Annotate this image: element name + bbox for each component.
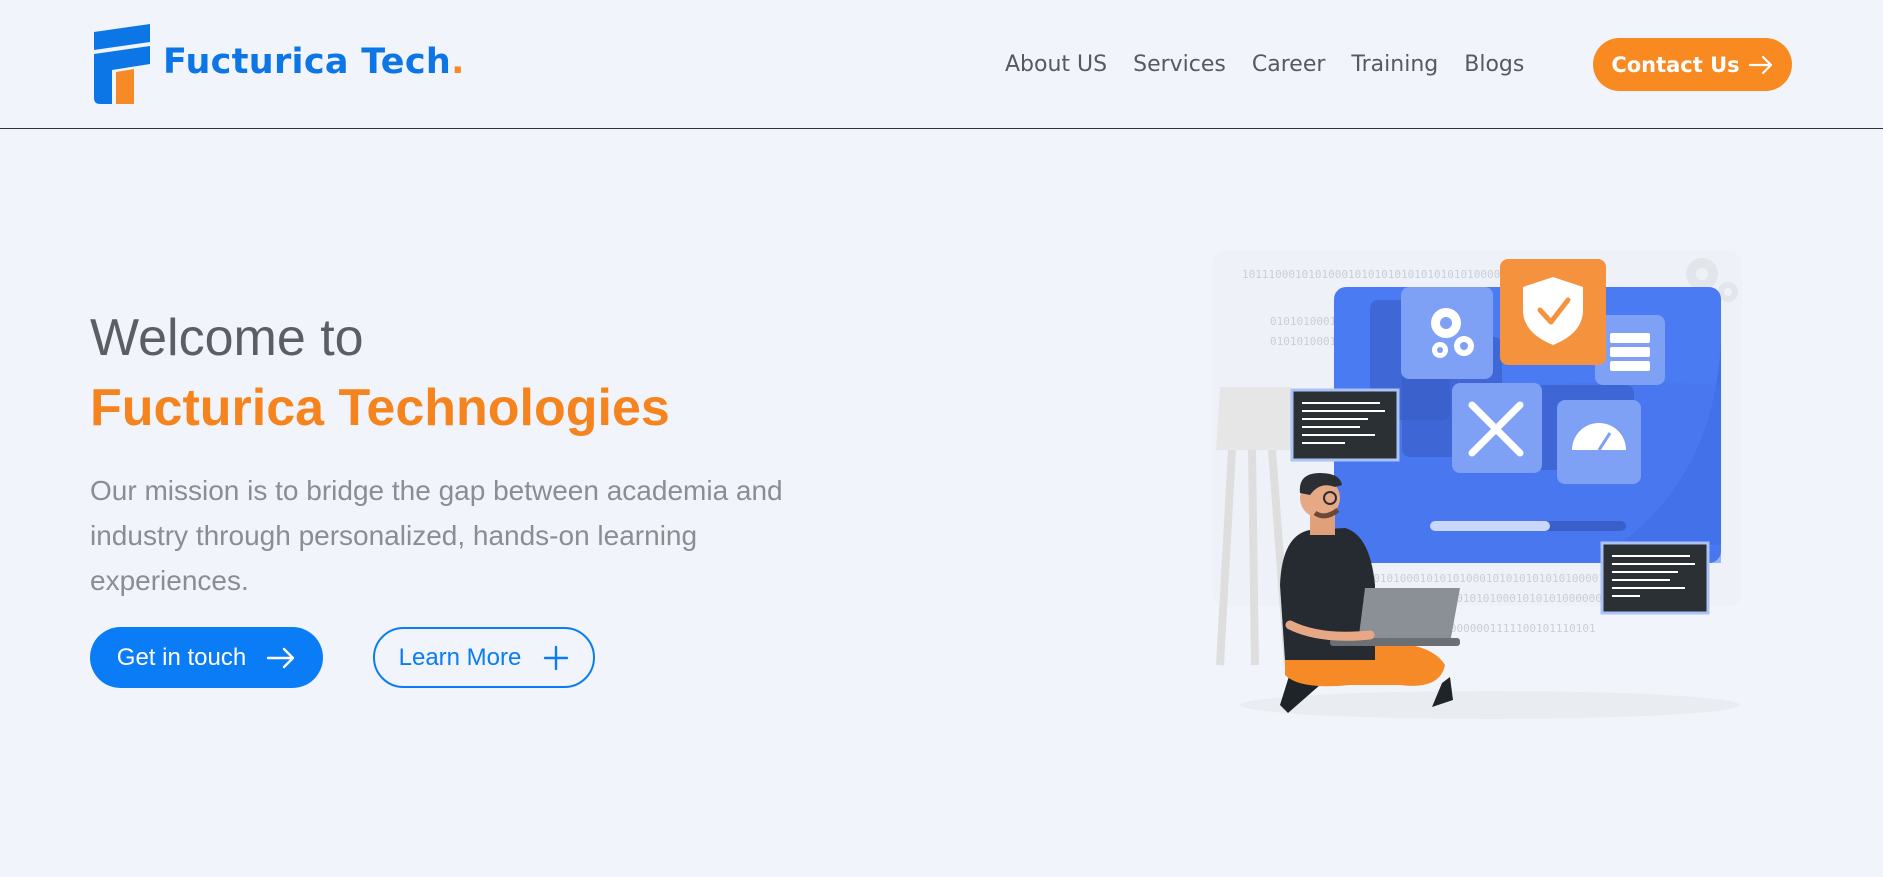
main-nav: About US Services Career Training Blogs xyxy=(1005,38,1550,91)
fucturica-logo-icon[interactable] xyxy=(90,24,155,104)
nav-blogs[interactable]: Blogs xyxy=(1464,52,1524,77)
lamp-shade xyxy=(1216,387,1294,450)
contact-us-label: Contact Us xyxy=(1611,52,1740,77)
site-header: Fucturica Tech. About US Services Career… xyxy=(0,0,1883,129)
hero-heading-line2: Fucturica Technologies xyxy=(90,379,670,437)
nav-training[interactable]: Training xyxy=(1351,52,1438,77)
lamp-leg xyxy=(1248,449,1259,666)
progress-fill xyxy=(1430,521,1550,531)
learn-more-label: Learn More xyxy=(398,643,522,671)
arrow-right-icon xyxy=(1748,55,1772,74)
binary-line-6: 1000000001111100101110101 xyxy=(1430,622,1596,635)
nav-about-us[interactable]: About US xyxy=(1005,52,1107,77)
server-icon xyxy=(1610,333,1650,371)
binary-line-3: 01010100010 xyxy=(1270,335,1343,348)
mission-text: Our mission is to bridge the gap between… xyxy=(90,475,783,596)
brand-dot: . xyxy=(451,42,465,82)
get-in-touch-label: Get in touch xyxy=(116,643,247,671)
code-window-right xyxy=(1600,541,1710,615)
nav-services[interactable]: Services xyxy=(1133,52,1226,77)
contact-us-button[interactable]: Contact Us xyxy=(1593,38,1792,91)
code-window-left xyxy=(1290,388,1400,462)
plus-icon xyxy=(544,645,569,670)
binary-line-2: 01010100010 xyxy=(1270,315,1343,328)
brand-name[interactable]: Fucturica Tech. xyxy=(163,42,465,82)
floor-shadow xyxy=(1240,691,1740,719)
learn-more-button[interactable]: Learn More xyxy=(373,627,595,688)
hero-illustration: 1011100010101000101010101010101010100000… xyxy=(1212,251,1742,719)
hero-heading-line1: Welcome to xyxy=(90,309,364,367)
brand-text: Fucturica Tech xyxy=(163,42,452,82)
arrow-right-icon xyxy=(267,647,295,668)
get-in-touch-button[interactable]: Get in touch xyxy=(90,627,323,688)
nav-career[interactable]: Career xyxy=(1252,52,1326,77)
